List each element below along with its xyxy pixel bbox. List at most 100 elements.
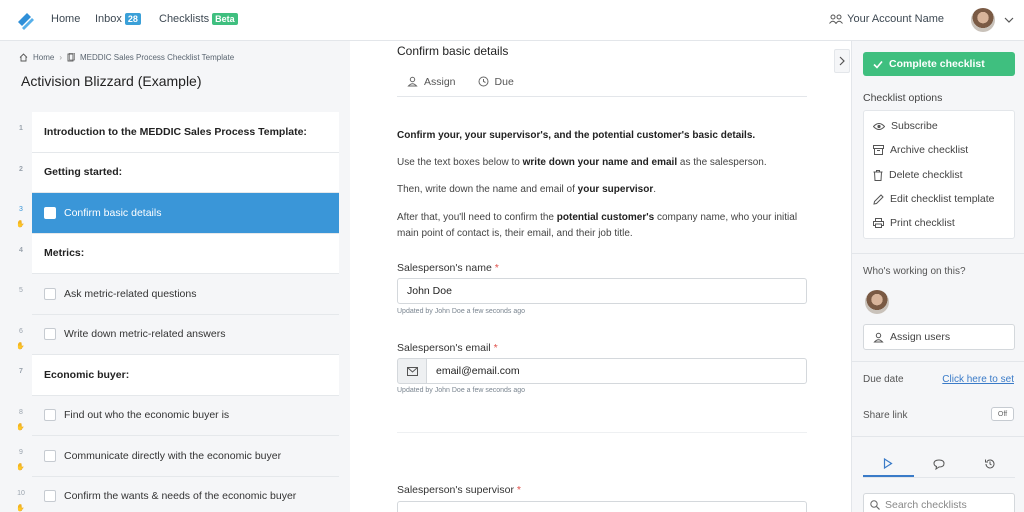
due-button[interactable]: Due <box>478 76 514 88</box>
template-icon <box>67 53 75 62</box>
breadcrumb-home[interactable]: Home <box>33 53 54 62</box>
collapse-panel-button[interactable] <box>834 49 850 73</box>
option-label: Archive checklist <box>890 144 969 156</box>
complete-checklist-button[interactable]: Complete checklist <box>863 52 1015 76</box>
nav-home-link[interactable]: Home <box>51 13 80 25</box>
tabs-underline <box>863 477 1015 478</box>
hand-icon: ✋ <box>16 504 25 512</box>
task-label: Confirm the wants & needs of the economi… <box>64 490 297 503</box>
task-number: 2 <box>19 165 23 173</box>
name-updated-note: Updated by John Doe a few seconds ago <box>397 308 526 315</box>
task-list: 1 Introduction to the MEDDIC Sales Proces… <box>0 112 340 512</box>
salesperson-email-input[interactable]: email@email.com <box>426 358 807 384</box>
task-checkbox[interactable] <box>44 287 56 300</box>
option-label: Delete checklist <box>889 169 963 181</box>
eye-icon <box>873 122 885 130</box>
task-heading[interactable]: 4 Metrics: <box>19 233 339 274</box>
home-icon <box>19 53 28 62</box>
task-checkbox[interactable] <box>44 490 56 503</box>
task-checkbox[interactable] <box>44 449 56 462</box>
tab-history[interactable] <box>964 451 1015 477</box>
name-label-text: Salesperson's name <box>397 262 492 274</box>
task-item[interactable]: 6 ✋ Write down metric-related answers <box>16 314 339 355</box>
task-label: Communicate directly with the economic b… <box>64 449 282 462</box>
task-checkbox[interactable] <box>44 328 56 341</box>
edit-template-option[interactable]: Edit checklist template <box>873 193 994 205</box>
chevron-right-icon: › <box>59 53 63 62</box>
task-heading[interactable]: 7 Economic buyer: <box>19 355 339 396</box>
assign-users-label: Assign users <box>890 331 951 343</box>
salesperson-supervisor-label: Salesperson's supervisor * <box>397 484 521 496</box>
pencil-icon <box>873 193 884 205</box>
assignee-avatar[interactable] <box>865 290 889 314</box>
task-heading[interactable]: 1 Introduction to the MEDDIC Sales Proces… <box>19 112 339 153</box>
hand-icon: ✋ <box>16 464 25 471</box>
p1-b: write down your name and email <box>522 157 678 168</box>
chevron-down-icon[interactable] <box>1003 14 1015 26</box>
task-item[interactable]: 9 ✋ Communicate directly with the economic… <box>16 436 339 477</box>
inbox-label: Inbox <box>95 13 122 25</box>
checklist-options-list: Subscribe Archive checklist Delete check… <box>863 110 1015 239</box>
task-number: 3 <box>19 206 23 213</box>
comment-icon <box>933 458 945 470</box>
panel-divider <box>852 361 1024 362</box>
beta-badge: Beta <box>212 13 238 25</box>
paragraph-1: Use the text boxes below to write down y… <box>397 155 817 171</box>
set-due-date-link[interactable]: Click here to set <box>942 374 1014 385</box>
task-item[interactable]: 10 ✋ Confirm the wants & needs of the econ… <box>16 476 339 512</box>
nav-checklists-link[interactable]: Checklists Beta <box>159 13 238 25</box>
user-avatar[interactable] <box>971 8 995 32</box>
section-divider <box>397 432 807 433</box>
task-number: 8 <box>19 408 23 416</box>
chevron-right-icon <box>839 56 845 66</box>
logo-icon[interactable] <box>14 9 36 31</box>
checklist-sidebar: Home › MEDDIC Sales Process Checklist Te… <box>0 41 350 512</box>
subscribe-option[interactable]: Subscribe <box>873 120 938 132</box>
salesperson-supervisor-input[interactable] <box>397 501 807 512</box>
print-option[interactable]: Print checklist <box>873 217 955 229</box>
delete-option[interactable]: Delete checklist <box>873 169 963 181</box>
task-label: Find out who the economic buyer is <box>64 409 230 422</box>
archive-option[interactable]: Archive checklist <box>873 144 968 156</box>
trash-icon <box>873 169 883 181</box>
p3-b: potential customer's <box>556 212 655 223</box>
task-label: Getting started: <box>44 166 123 179</box>
assign-button[interactable]: Assign <box>407 76 456 88</box>
nav-inbox-link[interactable]: Inbox 28 <box>95 13 141 25</box>
panel-divider <box>852 253 1024 254</box>
task-checkbox[interactable] <box>44 409 56 422</box>
account-menu[interactable]: Your Account Name <box>829 13 944 25</box>
clock-icon <box>478 76 489 87</box>
supervisor-label-text: Salesperson's supervisor <box>397 484 514 496</box>
intro-text: Confirm your, your supervisor's, and the… <box>397 128 817 144</box>
tab-run[interactable] <box>863 451 914 477</box>
task-heading[interactable]: 2 Getting started: <box>19 152 339 193</box>
email-label-text: Salesperson's email <box>397 342 491 354</box>
task-actions: Assign Due <box>397 67 807 97</box>
paragraph-3: After that, you'll need to confirm the p… <box>397 210 817 242</box>
p3-a: After that, you'll need to confirm the <box>397 212 557 223</box>
assign-users-button[interactable]: Assign users <box>863 324 1015 350</box>
salesperson-name-input[interactable]: John Doe <box>397 278 807 304</box>
required-marker: * <box>516 484 521 496</box>
p2-a: Then, write down the name and email of <box>397 184 578 195</box>
task-item[interactable]: 3 ✋ Confirm basic details <box>16 193 339 234</box>
tab-comments[interactable] <box>914 451 965 477</box>
breadcrumb-template[interactable]: MEDDIC Sales Process Checklist Template <box>80 53 234 62</box>
required-marker: * <box>493 342 498 354</box>
task-label: Economic buyer: <box>44 368 130 381</box>
task-checkbox[interactable] <box>44 206 56 219</box>
task-item[interactable]: 5 Ask metric-related questions <box>19 274 339 315</box>
search-icon <box>870 500 880 510</box>
account-name: Your Account Name <box>847 13 944 25</box>
p1-a: Use the text boxes below to <box>397 157 523 168</box>
search-checklists-input[interactable]: Search checklists <box>863 493 1015 512</box>
option-label: Subscribe <box>891 120 938 132</box>
task-item[interactable]: 8 ✋ Find out who the economic buyer is <box>16 395 339 436</box>
check-icon <box>873 60 883 69</box>
share-link-toggle[interactable]: Off <box>991 407 1014 421</box>
option-label: Edit checklist template <box>890 193 995 205</box>
working-on-heading: Who's working on this? <box>863 266 966 277</box>
hand-icon: ✋ <box>16 221 25 228</box>
play-icon <box>884 457 893 469</box>
